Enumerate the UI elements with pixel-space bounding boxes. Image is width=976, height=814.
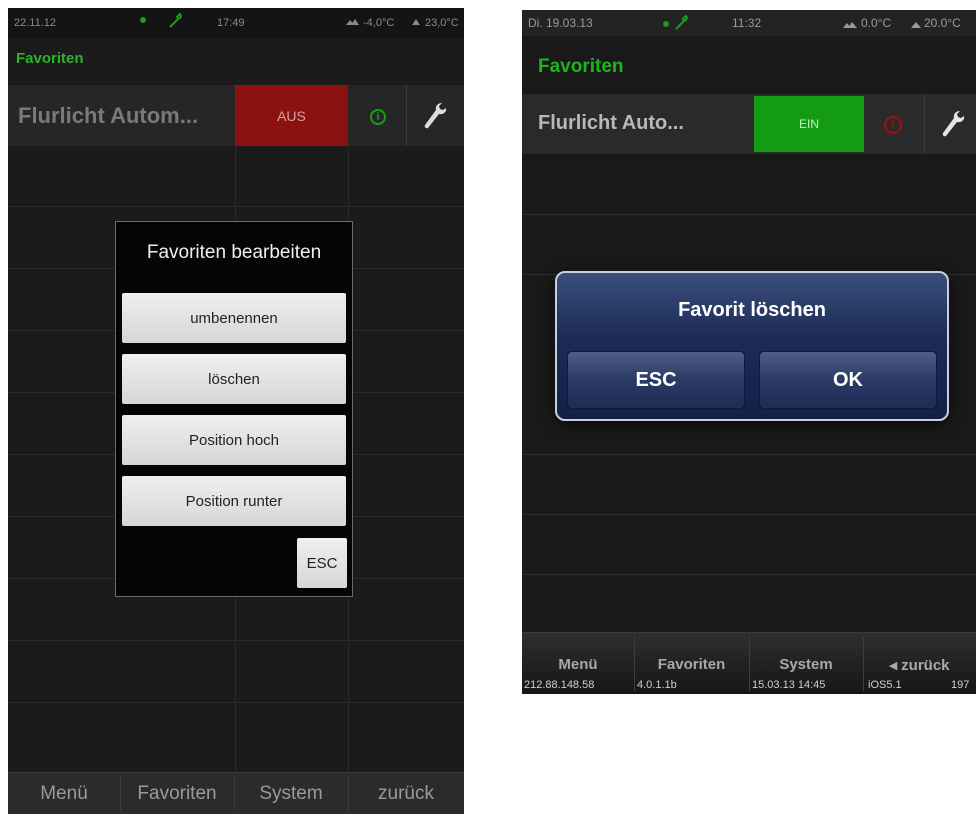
tab-system-label: System [779,656,833,673]
on-toggle-button[interactable]: EIN [754,96,864,152]
wrench-icon [674,14,689,34]
ok-button[interactable]: OK [759,351,937,409]
dialog-title: Favorit löschen [678,299,826,321]
delete-favorite-dialog: Favorit löschen ESC OK [555,271,949,421]
status-time: 11:32 [732,16,762,30]
tab-menu[interactable]: Menü [8,773,120,814]
dialog-title: Favoriten bearbeiten [146,242,322,263]
tab-favorites-label: Favoriten [657,656,726,673]
status-outdoor-temp: -4,0°C [363,17,395,29]
wrench-icon[interactable] [422,101,448,136]
tab-menu-label: Menü [558,656,598,673]
outdoor-temp-icon [842,18,858,33]
edit-favorites-dialog: Favoriten bearbeiten umbenennen löschen … [115,221,353,597]
app-version: 4.0.1.1b [637,679,677,691]
tab-favorites[interactable]: Favoriten 4.0.1.1b [634,633,749,694]
status-date: 22.11.12 [14,17,57,29]
outdoor-temp-icon [345,15,359,30]
status-bar: 22.11.12 17:49 -4,0°C 23,0°C [8,8,464,38]
tab-back-label: ◂ zurück [889,657,950,674]
android-screen: 22.11.12 17:49 -4,0°C 23,0°C Favoriten F… [8,8,464,814]
wrench-icon [168,12,183,32]
rename-button[interactable]: umbenennen [122,293,346,343]
info-icon[interactable]: i [370,109,386,125]
tab-back[interactable]: zurück [348,773,464,814]
status-indoor-temp: 23,0°C [425,17,459,29]
section-title: Favoriten [16,50,84,67]
status-outdoor-temp: 0.0°C [861,16,892,30]
esc-button[interactable]: ESC [297,538,347,588]
row-divider [924,94,925,154]
os-version: iOS5.1 [868,679,902,691]
tab-system[interactable]: System 15.03.13 14:45 [749,633,863,694]
status-indoor-temp: 20.0°C [924,16,961,30]
connection-dot-icon [138,15,148,28]
section-title: Favoriten [538,56,624,77]
move-up-button[interactable]: Position hoch [122,415,346,465]
ios-screen: Di. 19.03.13 11:32 0.0°C 20.0°C Favorite… [522,10,976,694]
wrench-icon[interactable] [940,108,966,145]
delete-button[interactable]: löschen [122,354,346,404]
status-date: Di. 19.03.13 [528,16,593,30]
indoor-temp-icon [411,15,421,30]
status-bar: Di. 19.03.13 11:32 0.0°C 20.0°C [522,10,976,36]
info-icon[interactable]: i [884,116,902,134]
favorite-name[interactable]: Flurlicht Auto... [538,112,684,135]
off-toggle-button[interactable]: AUS [235,85,348,146]
tab-back[interactable]: ◂ zurück iOS5.1 197 [863,633,976,694]
system-timestamp: 15.03.13 14:45 [752,679,826,691]
status-time: 17:49 [217,17,245,29]
tab-favorites[interactable]: Favoriten [120,773,234,814]
esc-button[interactable]: ESC [567,351,745,409]
ip-address: 212.88.148.58 [524,679,595,691]
indoor-temp-icon [910,18,922,33]
bottom-tab-bar: Menü 212.88.148.58 Favoriten 4.0.1.1b Sy… [522,632,976,694]
favorite-row: Flurlicht Autom... AUS i [8,85,464,146]
tab-system[interactable]: System [234,773,348,814]
tab-menu[interactable]: Menü 212.88.148.58 [522,633,634,694]
bottom-tab-bar: Menü Favoriten System zurück [8,772,464,814]
move-down-button[interactable]: Position runter [122,476,346,526]
favorite-name[interactable]: Flurlicht Autom... [18,103,198,129]
connection-dot-icon [661,18,671,32]
row-divider [406,85,407,146]
favorite-row: Flurlicht Auto... EIN i [522,94,976,154]
extra-info: 197 [951,679,970,691]
